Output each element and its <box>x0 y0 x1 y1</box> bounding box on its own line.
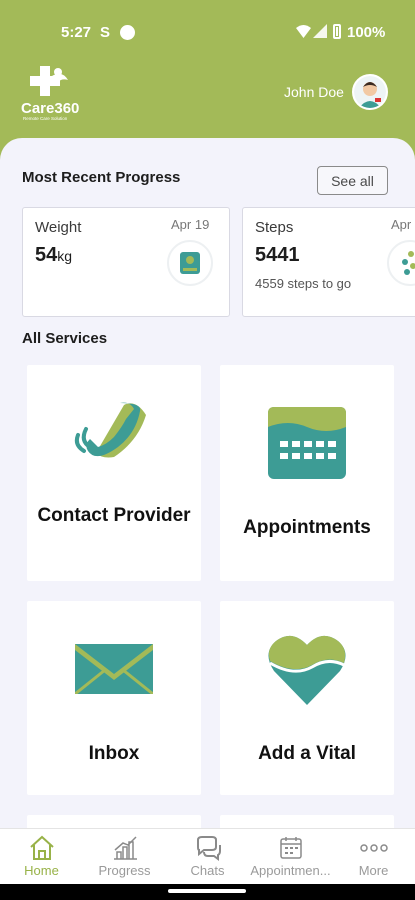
weight-unit: kg <box>57 248 73 264</box>
app-header: Care360 Remote Care Solution John Doe <box>0 62 415 140</box>
status-time: 5:27 <box>61 24 92 41</box>
steps-progress-card[interactable]: Steps Apr 5441 4559 steps to go <box>242 207 415 317</box>
avatar-icon <box>354 76 386 108</box>
appointments-tile[interactable]: Appointments <box>220 365 394 581</box>
weight-scale-icon <box>167 240 213 286</box>
card-date: Apr 19 <box>171 217 210 232</box>
nav-chats[interactable]: Chats <box>166 829 249 885</box>
tile-label: Contact Provider <box>37 505 191 526</box>
logo-text: Care360 <box>21 100 80 117</box>
nav-label: Chats <box>190 863 225 878</box>
user-name[interactable]: John Doe <box>284 84 344 100</box>
gesture-bar <box>0 884 415 900</box>
add-vital-tile[interactable]: Add a Vital <box>220 601 394 795</box>
nav-label: Progress <box>98 863 151 878</box>
s-icon: S <box>100 24 111 41</box>
inbox-tile[interactable]: Inbox <box>27 601 201 795</box>
battery-percent: 100% <box>347 24 386 41</box>
phone-icon <box>74 402 146 458</box>
notification-dot-icon <box>120 25 135 40</box>
card-value: 54kg <box>35 244 72 267</box>
avatar[interactable] <box>352 74 388 110</box>
battery-icon <box>333 24 341 39</box>
home-icon <box>30 835 54 860</box>
service-tile-partial[interactable] <box>27 815 201 828</box>
tile-label: Add a Vital <box>258 743 356 764</box>
card-label: Steps <box>255 219 294 236</box>
heart-icon <box>268 635 346 705</box>
progress-chart-icon <box>114 836 137 860</box>
envelope-icon <box>75 644 153 694</box>
section-title-services: All Services <box>22 330 108 347</box>
logo-subtitle: Remote Care Solution <box>23 116 68 121</box>
wifi-icon <box>296 25 311 38</box>
calendar-icon <box>268 407 346 479</box>
home-gesture-handle[interactable] <box>168 889 246 893</box>
section-title-progress: Most Recent Progress <box>22 169 181 186</box>
nav-home[interactable]: Home <box>0 829 83 885</box>
service-tile-partial[interactable] <box>220 815 394 828</box>
weight-value: 54 <box>35 244 58 266</box>
nav-label: Home <box>24 863 59 878</box>
nav-progress[interactable]: Progress <box>83 829 166 885</box>
tile-label: Inbox <box>88 743 140 764</box>
card-value: 5441 <box>255 244 300 266</box>
weight-progress-card[interactable]: Weight Apr 19 54kg <box>22 207 230 317</box>
chat-bubbles-icon <box>197 836 221 861</box>
nav-appointments[interactable]: Appointmen... <box>249 829 332 885</box>
card-label: Weight <box>35 219 82 236</box>
nav-label: Appointmen... <box>250 863 331 878</box>
nav-label: More <box>358 863 389 878</box>
more-dots-icon <box>360 844 388 852</box>
bottom-navigation: Home Progress Chats Appointmen... More <box>0 828 415 884</box>
nav-more[interactable]: More <box>332 829 415 885</box>
main-content[interactable]: Most Recent Progress See all Weight Apr … <box>0 138 415 828</box>
calendar-icon <box>280 837 302 859</box>
signal-icon <box>313 24 327 38</box>
tile-label: Appointments <box>243 517 371 538</box>
contact-provider-tile[interactable]: Contact Provider <box>27 365 201 581</box>
status-bar: 5:27 S 100% <box>0 0 415 62</box>
card-date: Apr <box>391 217 412 232</box>
see-all-button[interactable]: See all <box>317 166 388 195</box>
card-note: 4559 steps to go <box>255 276 352 291</box>
steps-icon <box>387 240 415 286</box>
